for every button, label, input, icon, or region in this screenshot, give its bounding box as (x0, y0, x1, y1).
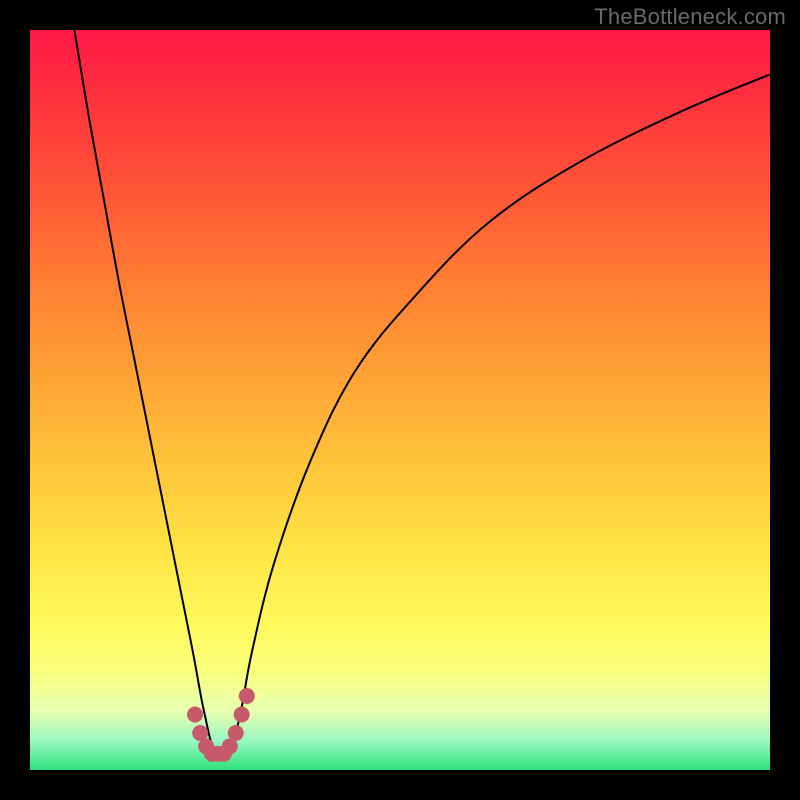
marker-dot (234, 707, 250, 723)
marker-dot (228, 725, 244, 741)
marker-dot (187, 707, 203, 723)
watermark-text: TheBottleneck.com (594, 6, 786, 28)
chart-frame: TheBottleneck.com (0, 0, 800, 800)
chart-svg (30, 30, 770, 770)
marker-dot (239, 688, 255, 704)
curve-path (74, 30, 770, 757)
